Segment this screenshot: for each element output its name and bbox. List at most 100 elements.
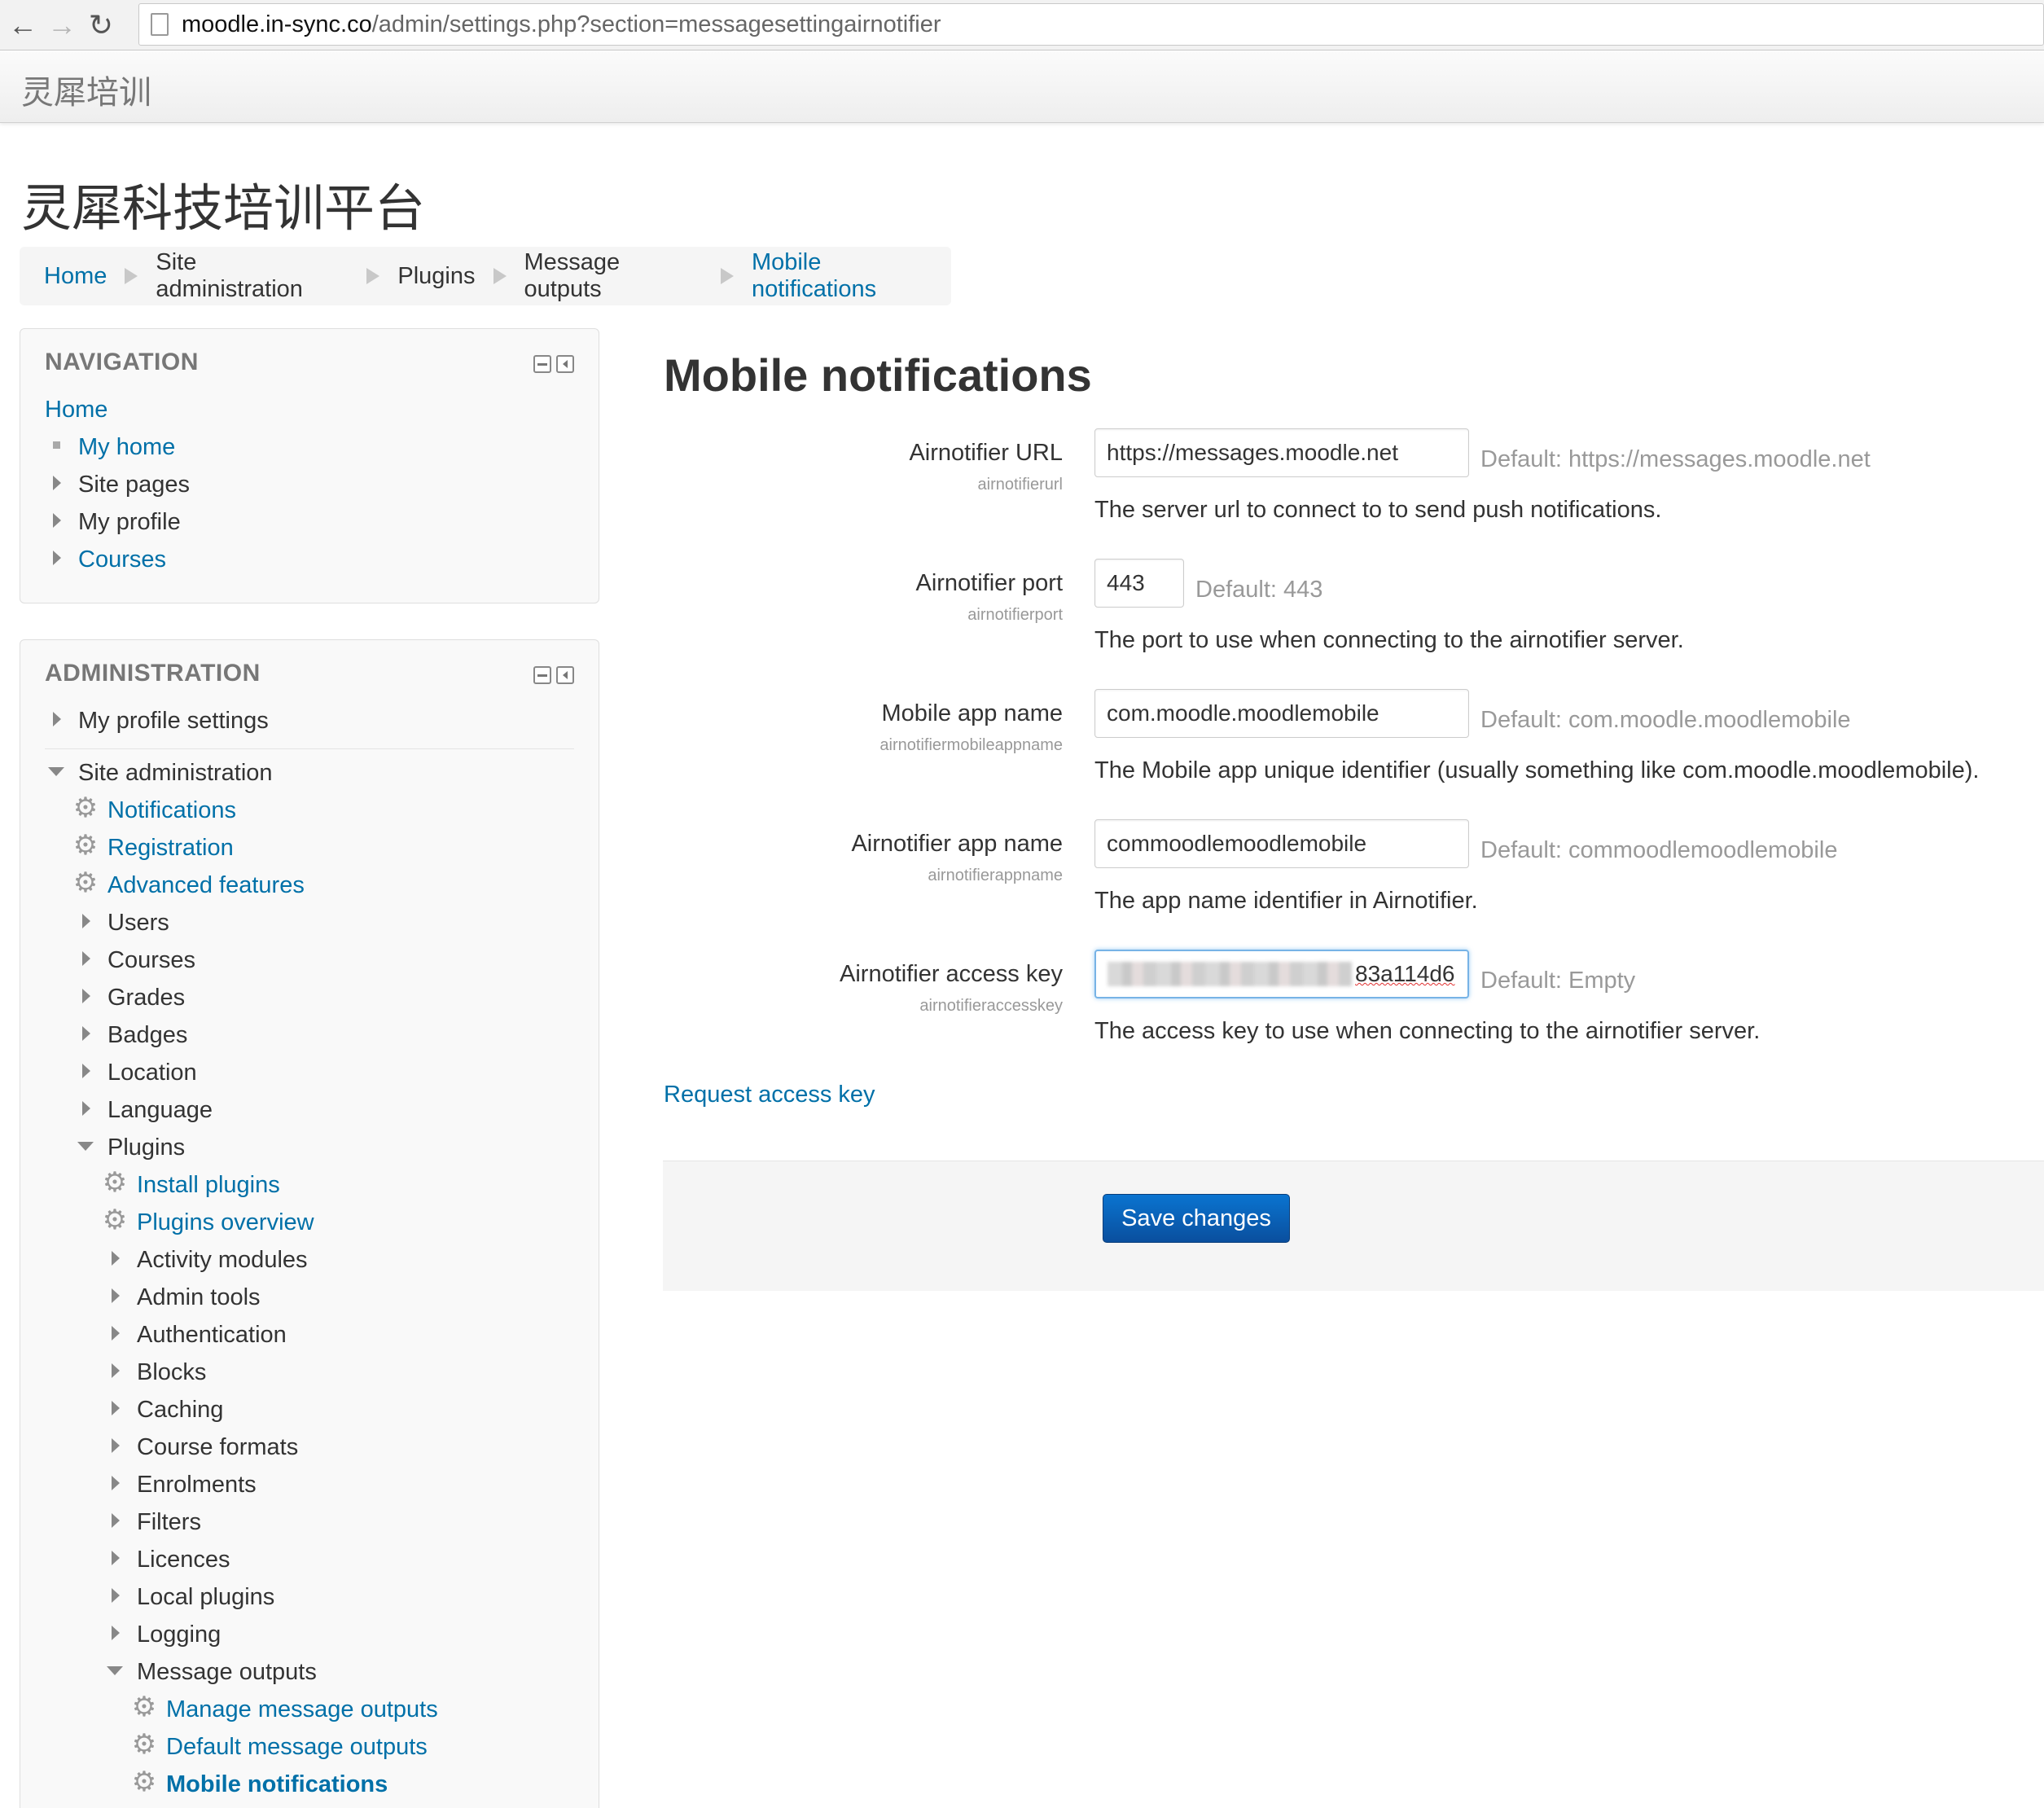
setting-key-airnotifier-access-key: airnotifieraccesskey bbox=[919, 997, 1063, 1015]
setting-key-airnotifier-url: airnotifierurl bbox=[977, 476, 1063, 494]
admin-item-admin-tools[interactable]: Admin tools bbox=[137, 1284, 261, 1311]
airnotifier-url-input[interactable]: https://messages.moodle.net bbox=[1094, 428, 1469, 477]
admin-item-label: Manage message outputs bbox=[166, 1696, 438, 1722]
expand-arrow-icon[interactable] bbox=[112, 1476, 120, 1490]
admin-item-my-profile-settings[interactable]: My profile settings bbox=[78, 708, 269, 735]
dock-block-icon[interactable] bbox=[556, 666, 574, 684]
nav-item-label: My home bbox=[78, 434, 176, 460]
admin-item-licences[interactable]: Licences bbox=[137, 1547, 230, 1573]
save-changes-button[interactable]: Save changes bbox=[1103, 1194, 1290, 1243]
admin-item-enrolments[interactable]: Enrolments bbox=[137, 1472, 257, 1499]
admin-item-filters[interactable]: Filters bbox=[137, 1509, 201, 1536]
admin-item-site-administration[interactable]: Site administration bbox=[78, 760, 273, 787]
admin-item-logging[interactable]: Logging bbox=[137, 1621, 221, 1648]
expand-arrow-icon[interactable] bbox=[53, 476, 61, 490]
expand-arrow-icon[interactable] bbox=[53, 513, 61, 528]
admin-item-label: Blocks bbox=[137, 1359, 207, 1385]
expand-arrow-icon[interactable] bbox=[82, 1026, 90, 1041]
admin-item-grades[interactable]: Grades bbox=[107, 985, 185, 1012]
nav-item-site-pages[interactable]: Site pages bbox=[78, 472, 190, 498]
admin-item-authentication[interactable]: Authentication bbox=[137, 1322, 287, 1349]
expand-arrow-icon[interactable] bbox=[82, 914, 90, 928]
breadcrumb-message-outputs[interactable]: Message outputs bbox=[524, 249, 703, 303]
gear-icon: ⚙ bbox=[102, 1205, 128, 1235]
page-icon bbox=[151, 13, 169, 36]
airnotifier-app-name-input[interactable]: commoodlemoodlemobile bbox=[1094, 819, 1469, 868]
block-divider bbox=[45, 748, 574, 749]
expand-arrow-icon[interactable] bbox=[112, 1588, 120, 1603]
admin-item-language[interactable]: Language bbox=[107, 1097, 213, 1124]
nav-item-home[interactable]: Home bbox=[45, 397, 107, 423]
admin-item-activity-modules[interactable]: Activity modules bbox=[137, 1247, 308, 1274]
forward-arrow-icon[interactable]: → bbox=[46, 8, 78, 42]
expand-arrow-icon[interactable] bbox=[53, 551, 61, 565]
breadcrumb-site-administration[interactable]: Site administration bbox=[156, 249, 349, 303]
breadcrumb-home[interactable]: Home bbox=[44, 263, 107, 290]
admin-item-install-plugins[interactable]: Install plugins bbox=[137, 1172, 280, 1199]
admin-item-label: Courses bbox=[107, 947, 195, 973]
nav-item-courses[interactable]: Courses bbox=[78, 546, 166, 573]
admin-item-plugins-overview[interactable]: Plugins overview bbox=[137, 1209, 314, 1236]
nav-item-my-profile[interactable]: My profile bbox=[78, 509, 181, 536]
admin-item-registration[interactable]: Registration bbox=[107, 835, 234, 862]
admin-item-label: Install plugins bbox=[137, 1172, 280, 1198]
expand-arrow-icon[interactable] bbox=[112, 1288, 120, 1303]
airnotifier-access-key-input[interactable]: 83a114d6 bbox=[1094, 950, 1469, 998]
admin-item-course-formats[interactable]: Course formats bbox=[137, 1434, 298, 1461]
admin-item-caching[interactable]: Caching bbox=[137, 1397, 223, 1424]
collapse-block-icon[interactable] bbox=[533, 666, 551, 684]
expand-arrow-icon[interactable] bbox=[53, 712, 61, 726]
bullet-icon bbox=[53, 441, 60, 449]
administration-block-title: ADMINISTRATION bbox=[45, 660, 261, 687]
expand-arrow-icon[interactable] bbox=[112, 1326, 120, 1341]
admin-item-users[interactable]: Users bbox=[107, 910, 169, 937]
admin-item-label: Admin tools bbox=[137, 1284, 261, 1310]
mobile-app-name-input[interactable]: com.moodle.moodlemobile bbox=[1094, 689, 1469, 738]
breadcrumb-plugins[interactable]: Plugins bbox=[397, 263, 475, 290]
admin-item-local-plugins[interactable]: Local plugins bbox=[137, 1584, 274, 1611]
admin-item-default-message-outputs[interactable]: Default message outputs bbox=[166, 1734, 428, 1761]
expand-arrow-icon[interactable] bbox=[82, 951, 90, 966]
admin-item-label: Language bbox=[107, 1097, 213, 1123]
admin-item-badges[interactable]: Badges bbox=[107, 1022, 187, 1049]
breadcrumb-mobile-notifications[interactable]: Mobile notifications bbox=[752, 249, 951, 303]
collapse-block-icon[interactable] bbox=[533, 355, 551, 373]
expand-arrow-icon[interactable] bbox=[112, 1251, 120, 1266]
main-title: Mobile notifications bbox=[664, 349, 1092, 401]
collapse-arrow-icon[interactable] bbox=[48, 767, 64, 776]
expand-arrow-icon[interactable] bbox=[112, 1438, 120, 1453]
reload-icon[interactable]: ↻ bbox=[85, 8, 117, 42]
nav-item-label: Home bbox=[45, 397, 108, 423]
expand-arrow-icon[interactable] bbox=[82, 1064, 90, 1078]
nav-item-my-home[interactable]: My home bbox=[78, 434, 175, 461]
setting-label-airnotifier-port: Airnotifier port bbox=[915, 570, 1063, 596]
setting-key-airnotifier-port: airnotifierport bbox=[967, 606, 1063, 624]
expand-arrow-icon[interactable] bbox=[82, 989, 90, 1003]
collapse-arrow-icon[interactable] bbox=[107, 1666, 123, 1675]
admin-item-mobile-notifications[interactable]: Mobile notifications bbox=[166, 1771, 388, 1798]
admin-item-blocks[interactable]: Blocks bbox=[137, 1359, 206, 1386]
back-arrow-icon[interactable]: ← bbox=[7, 8, 39, 42]
admin-item-courses[interactable]: Courses bbox=[107, 947, 195, 974]
expand-arrow-icon[interactable] bbox=[112, 1551, 120, 1565]
admin-item-message-outputs[interactable]: Message outputs bbox=[137, 1659, 317, 1686]
collapse-arrow-icon[interactable] bbox=[77, 1142, 94, 1151]
expand-arrow-icon[interactable] bbox=[112, 1626, 120, 1640]
expand-arrow-icon[interactable] bbox=[112, 1363, 120, 1378]
address-bar[interactable]: moodle.in-sync.co/admin/settings.php?sec… bbox=[138, 3, 2044, 46]
site-brand-link[interactable]: 灵犀培训 bbox=[21, 66, 151, 113]
dock-block-icon[interactable] bbox=[556, 355, 574, 373]
block-controls bbox=[533, 666, 574, 684]
expand-arrow-icon[interactable] bbox=[112, 1513, 120, 1528]
expand-arrow-icon[interactable] bbox=[82, 1101, 90, 1116]
admin-item-plugins[interactable]: Plugins bbox=[107, 1134, 185, 1161]
admin-item-location[interactable]: Location bbox=[107, 1060, 197, 1086]
request-access-key-link[interactable]: Request access key bbox=[664, 1082, 875, 1108]
airnotifier-port-input[interactable]: 443 bbox=[1094, 559, 1184, 608]
admin-item-advanced-features[interactable]: Advanced features bbox=[107, 872, 305, 899]
expand-arrow-icon[interactable] bbox=[112, 1401, 120, 1415]
admin-item-label: Mobile notifications bbox=[166, 1771, 388, 1797]
admin-item-manage-message-outputs[interactable]: Manage message outputs bbox=[166, 1696, 438, 1723]
admin-item-label: Activity modules bbox=[137, 1247, 308, 1273]
admin-item-notifications[interactable]: Notifications bbox=[107, 797, 236, 824]
